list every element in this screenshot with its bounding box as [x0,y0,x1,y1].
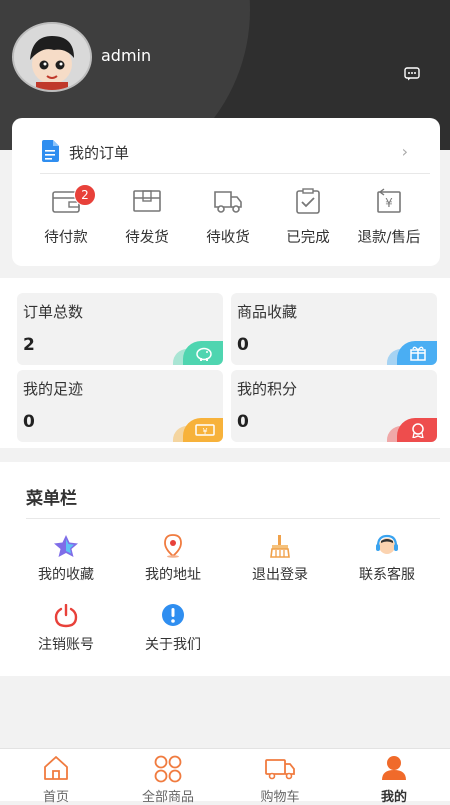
location-pin-icon [164,534,182,558]
order-item-to-ship[interactable]: 待发货 [107,188,187,258]
tab-label: 全部商品 [141,790,194,805]
cart-truck-icon [265,759,295,780]
stat-title: 我的足迹 [23,380,84,398]
menu-item-favorites[interactable]: 我的收藏 [16,534,116,594]
broom-icon [270,535,290,558]
order-item-label: 已完成 [286,230,330,246]
stat-favorites[interactable]: 商品收藏 0 [231,293,437,365]
menu-item-label: 我的地址 [145,567,201,583]
power-icon [54,604,78,628]
tab-all-products[interactable]: 全部商品 [112,749,224,805]
stat-value: 0 [237,335,249,355]
stat-value: 2 [23,335,35,355]
menu-panel: 菜单栏 我的收藏 我的地址 退出登录 联系客服 注销账号 关于我们 [0,462,450,676]
order-item-label: 待付款 [44,230,88,246]
stat-title: 我的积分 [237,380,298,398]
order-item-completed[interactable]: 已完成 [268,188,348,258]
divider [26,518,440,519]
menu-item-about[interactable]: 关于我们 [123,604,223,664]
stat-footprints[interactable]: 我的足迹 0 ¥ [17,370,223,442]
divider [40,173,430,174]
headset-icon [376,534,398,554]
tab-label: 首页 [42,790,69,805]
menu-item-label: 联系客服 [359,567,415,583]
stat-title: 订单总数 [23,303,84,321]
gift-icon [397,341,437,365]
menu-item-logout[interactable]: 退出登录 [230,534,330,594]
grid-icon [154,755,182,783]
order-item-pending-payment[interactable]: 2 待付款 [26,184,106,258]
svg-text:¥: ¥ [385,196,393,210]
menu-item-label: 我的收藏 [38,567,94,583]
menu-item-label: 退出登录 [252,567,308,583]
stat-points[interactable]: 我的积分 0 [231,370,437,442]
medal-icon [397,418,437,442]
orders-header[interactable]: 我的订单 › [12,118,440,174]
menu-title: 菜单栏 [26,489,77,509]
tab-home[interactable]: 首页 [0,749,112,805]
order-item-label: 待发货 [125,230,169,246]
menu-item-delete-account[interactable]: 注销账号 [16,604,116,664]
box-icon [133,190,161,212]
refund-icon: ¥ [377,188,401,213]
menu-item-address[interactable]: 我的地址 [123,534,223,594]
info-icon [162,604,184,626]
stats-panel: 订单总数 2 商品收藏 0 我的足迹 0 ¥ 我的积分 0 [0,278,450,448]
menu-item-label: 关于我们 [145,637,201,653]
document-icon [40,140,60,166]
order-badge: 2 [74,184,96,206]
order-item-label: 退款/售后 [357,230,421,246]
stat-value: 0 [237,412,249,432]
message-icon[interactable] [404,66,420,81]
tab-label: 购物车 [260,790,300,805]
stat-title: 商品收藏 [237,303,298,321]
clipboard-check-icon [296,188,320,214]
piggy-bank-icon [183,341,223,365]
tab-mine[interactable]: 我的 [338,749,450,805]
menu-item-label: 注销账号 [38,637,94,653]
avatar-image [14,24,90,90]
username: admin [101,46,152,65]
order-item-refund[interactable]: ¥ 退款/售后 [349,188,429,258]
svg-text:¥: ¥ [202,427,207,436]
order-item-to-receive[interactable]: 待收货 [188,188,268,258]
orders-title: 我的订单 [69,144,130,162]
star-icon [54,535,78,557]
truck-icon [214,191,242,213]
user-icon [382,756,406,780]
home-icon [44,756,68,780]
order-item-label: 待收货 [206,230,250,246]
bottom-tab-bar: 首页 全部商品 购物车 我的 [0,748,450,805]
ticket-icon: ¥ [183,418,223,442]
tab-label: 我的 [380,790,407,805]
tab-cart[interactable]: 购物车 [224,749,336,805]
stat-total-orders[interactable]: 订单总数 2 [17,293,223,365]
avatar[interactable] [12,22,92,92]
stat-value: 0 [23,412,35,432]
orders-card: 我的订单 › 2 待付款 待发货 待收货 已完成 ¥ 退款/售后 [12,118,440,266]
menu-item-support[interactable]: 联系客服 [337,534,437,594]
chevron-right-icon: › [401,142,408,161]
